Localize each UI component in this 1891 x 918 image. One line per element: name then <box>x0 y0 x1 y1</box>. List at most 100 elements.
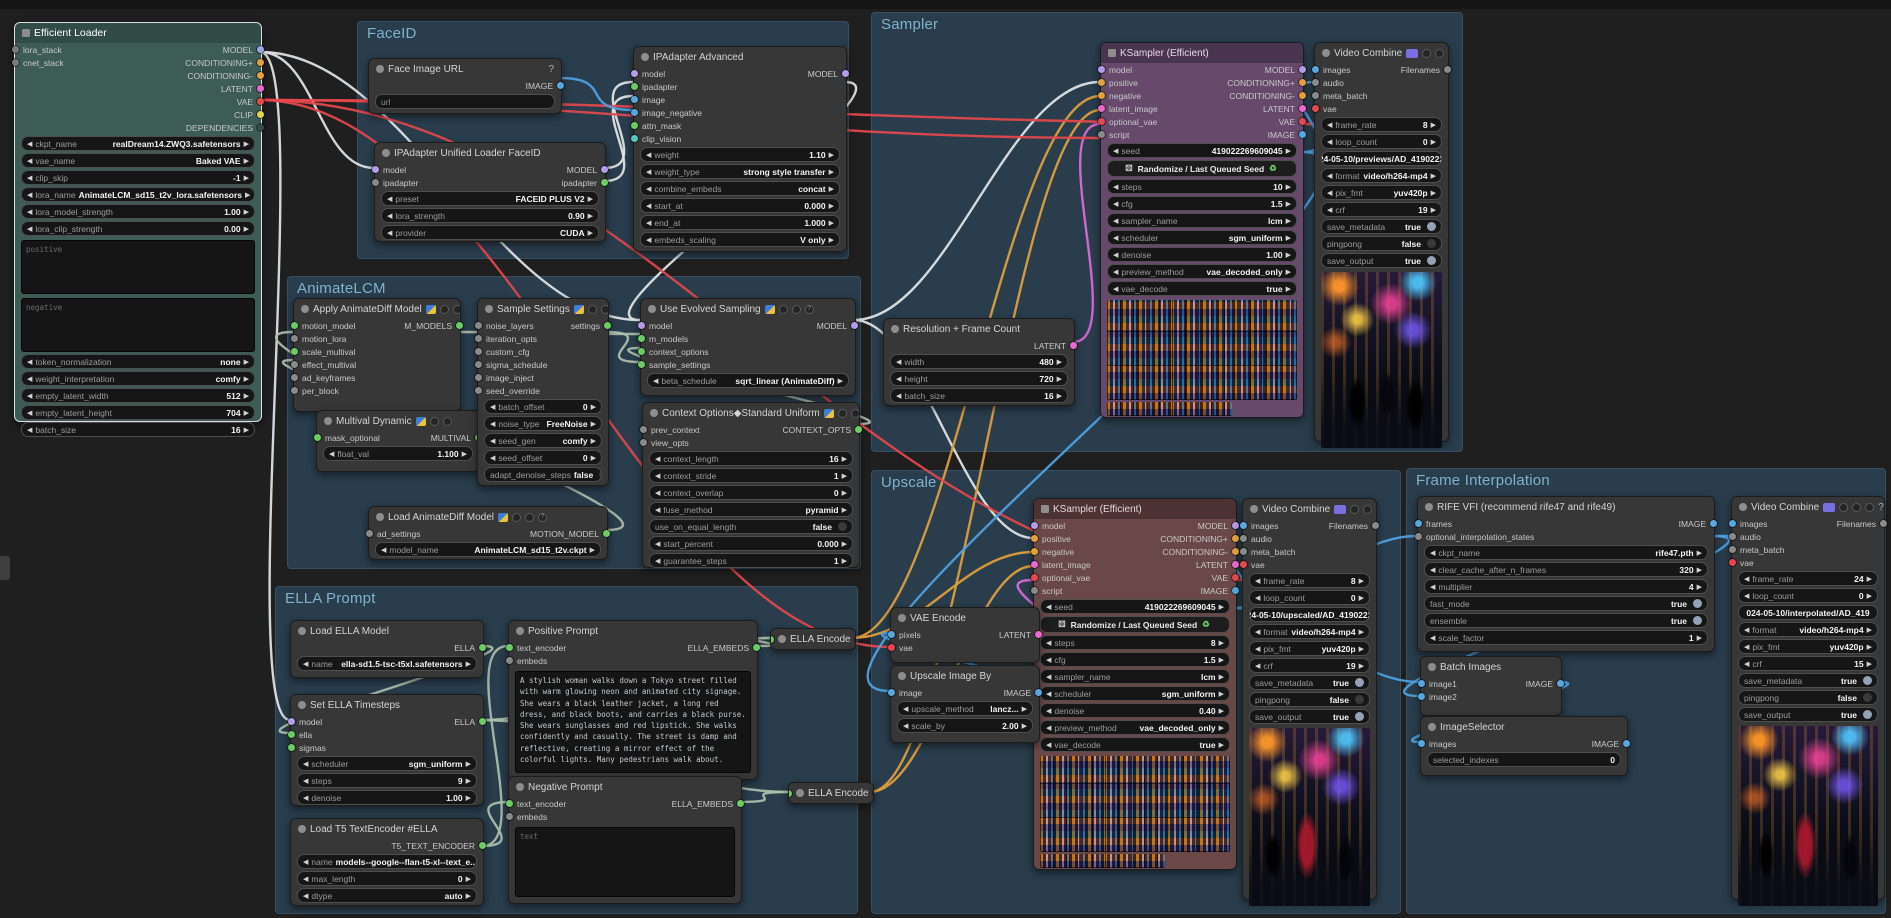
decrement-arrow-icon[interactable]: ◀ <box>646 168 651 176</box>
collapse-icon[interactable] <box>898 614 906 622</box>
widget-vae_decode[interactable]: ◀vae_decodetrue▶ <box>1040 737 1230 752</box>
decrement-arrow-icon[interactable]: ◀ <box>655 540 660 548</box>
slot-dot[interactable] <box>1729 559 1736 566</box>
widget-context_stride[interactable]: ◀context_stride1▶ <box>649 468 853 483</box>
input-slot-audio[interactable]: audio <box>1240 534 1272 544</box>
node-header[interactable]: Face Image URL? <box>369 59 561 79</box>
output-slot-VAE[interactable]: VAE <box>1212 573 1239 583</box>
output-slot-MOTION_MODEL[interactable]: MOTION_MODEL <box>530 529 610 539</box>
collapse-icon[interactable] <box>650 409 658 417</box>
input-slot-vae[interactable]: vae <box>1240 560 1265 570</box>
slot-dot[interactable] <box>1098 79 1105 86</box>
input-slot-optional_interpolation_states[interactable]: optional_interpolation_states <box>1415 532 1534 542</box>
increment-arrow-icon[interactable]: ▶ <box>1219 639 1224 647</box>
output-slot-M_MODELS[interactable]: M_MODELS <box>404 321 463 331</box>
widget-save_metadata[interactable]: save_metadatatrue <box>1321 219 1442 234</box>
increment-arrow-icon[interactable]: ▶ <box>1022 705 1027 713</box>
output-slot-CONTEXT_OPTS[interactable]: CONTEXT_OPTS <box>783 425 862 435</box>
decrement-arrow-icon[interactable]: ◀ <box>27 392 32 400</box>
input-slot-images[interactable]: images <box>1729 519 1767 529</box>
node-header[interactable]: Efficient Loader <box>15 23 261 43</box>
slot-dot[interactable] <box>479 718 486 725</box>
help-icon[interactable]: ? <box>1878 502 1884 513</box>
node-header[interactable]: Batch Images <box>1421 657 1561 677</box>
increment-arrow-icon[interactable]: ▶ <box>1057 392 1062 400</box>
widget-vae_decode[interactable]: ◀vae_decodetrue▶ <box>1107 281 1297 296</box>
slot-dot[interactable] <box>1098 92 1105 99</box>
increment-arrow-icon[interactable]: ▶ <box>1867 575 1872 583</box>
increment-arrow-icon[interactable]: ▶ <box>244 375 249 383</box>
slot-dot[interactable] <box>851 322 858 329</box>
output-slot-DEPENDENCIES[interactable]: DEPENDENCIES <box>186 123 264 133</box>
slot-dot[interactable] <box>1557 680 1564 687</box>
node-load-animatediff-model[interactable]: Load AnimateDiff Model?ad_settingsMOTION… <box>368 506 608 560</box>
decrement-arrow-icon[interactable]: ◀ <box>387 195 392 203</box>
increment-arrow-icon[interactable]: ▶ <box>842 557 847 565</box>
input-slot-latent_image[interactable]: latent_image <box>1031 560 1091 570</box>
increment-arrow-icon[interactable]: ▶ <box>244 409 249 417</box>
slot-dot[interactable] <box>257 46 264 53</box>
decrement-arrow-icon[interactable]: ◀ <box>1046 603 1051 611</box>
node-ella-encode-2[interactable]: ELLA Encode <box>788 782 874 804</box>
node-header[interactable]: Resolution + Frame Count <box>884 319 1074 339</box>
decrement-arrow-icon[interactable]: ◀ <box>1255 645 1260 653</box>
decrement-arrow-icon[interactable]: ◀ <box>27 191 32 199</box>
slot-dot[interactable] <box>291 335 298 342</box>
widget-save_output[interactable]: save_outputtrue <box>1321 253 1442 268</box>
node-header[interactable]: IPAdapter Unified Loader FaceID <box>375 143 605 163</box>
increment-arrow-icon[interactable]: ▶ <box>588 229 593 237</box>
input-slot-images[interactable]: images <box>1240 521 1278 531</box>
increment-arrow-icon[interactable]: ▶ <box>466 875 471 883</box>
input-slot-view_opts[interactable]: view_opts <box>640 438 689 448</box>
input-slot-optional_vae[interactable]: optional_vae <box>1031 573 1090 583</box>
slot-dot[interactable] <box>737 800 744 807</box>
decrement-arrow-icon[interactable]: ◀ <box>646 185 651 193</box>
slot-dot[interactable] <box>631 135 638 142</box>
widget-seed_gen[interactable]: ◀seed_gencomfy▶ <box>484 433 602 448</box>
increment-arrow-icon[interactable]: ▶ <box>244 174 249 182</box>
decrement-arrow-icon[interactable]: ◀ <box>1113 200 1118 208</box>
output-slot-CLIP[interactable]: CLIP <box>234 110 264 120</box>
widget-sampler_name[interactable]: ◀sampler_namelcm▶ <box>1040 669 1230 684</box>
input-slot-sigma_schedule[interactable]: sigma_schedule <box>475 360 547 370</box>
slot-dot[interactable] <box>479 644 486 651</box>
input-slot-positive[interactable]: positive <box>1098 78 1138 88</box>
increment-arrow-icon[interactable]: ▶ <box>1359 662 1364 670</box>
increment-arrow-icon[interactable]: ▶ <box>1286 183 1291 191</box>
node-header[interactable]: Load AnimateDiff Model? <box>369 507 607 527</box>
decrement-arrow-icon[interactable]: ◀ <box>655 506 660 514</box>
widget-save_output[interactable]: save_outputtrue <box>1249 709 1370 724</box>
slot-dot[interactable] <box>475 348 482 355</box>
widget-fuse_method[interactable]: ◀fuse_methodpyramid▶ <box>649 502 853 517</box>
slot-dot[interactable] <box>640 426 647 433</box>
slot-dot[interactable] <box>257 111 264 118</box>
decrement-arrow-icon[interactable]: ◀ <box>1255 594 1260 602</box>
output-slot-ELLA[interactable]: ELLA <box>454 643 486 653</box>
increment-arrow-icon[interactable]: ▶ <box>462 450 467 458</box>
slot-dot[interactable] <box>366 530 373 537</box>
slot-dot[interactable] <box>291 322 298 329</box>
increment-arrow-icon[interactable]: ▶ <box>591 454 596 462</box>
increment-arrow-icon[interactable]: ▶ <box>466 892 471 900</box>
output-slot-IMAGE[interactable]: IMAGE <box>1004 688 1042 698</box>
node-header[interactable]: Video Combine? <box>1732 497 1884 517</box>
slot-dot[interactable] <box>291 361 298 368</box>
widget-format[interactable]: ◀formatvideo/h264-mp4▶ <box>1321 168 1442 183</box>
output-slot-MODEL[interactable]: MODEL <box>817 321 858 331</box>
slot-dot[interactable] <box>1415 533 1422 540</box>
increment-arrow-icon[interactable]: ▶ <box>244 426 249 434</box>
increment-arrow-icon[interactable]: ▶ <box>1219 707 1224 715</box>
slot-dot[interactable] <box>288 718 295 725</box>
widget-filename_prefix[interactable]: 24-05-10/previews/AD_4190222 <box>1321 151 1442 166</box>
slot-dot[interactable] <box>1031 561 1038 568</box>
output-slot-MODEL[interactable]: MODEL <box>1265 65 1306 75</box>
increment-arrow-icon[interactable]: ▶ <box>1286 251 1291 259</box>
widget-lora_name[interactable]: ◀lora_nameAnimateLCM_sd15_t2v_lora.safet… <box>21 187 255 202</box>
input-slot-latent_image[interactable]: latent_image <box>1098 104 1158 114</box>
widget-filename_prefix[interactable]: 24-05-10/upscaled/AD_4190222 <box>1249 607 1370 622</box>
slot-dot[interactable] <box>1418 740 1425 747</box>
increment-arrow-icon[interactable]: ▶ <box>1219 741 1224 749</box>
input-slot-clip_vision[interactable]: clip_vision <box>631 134 681 144</box>
collapse-icon[interactable] <box>1108 49 1116 57</box>
slot-dot[interactable] <box>257 98 264 105</box>
